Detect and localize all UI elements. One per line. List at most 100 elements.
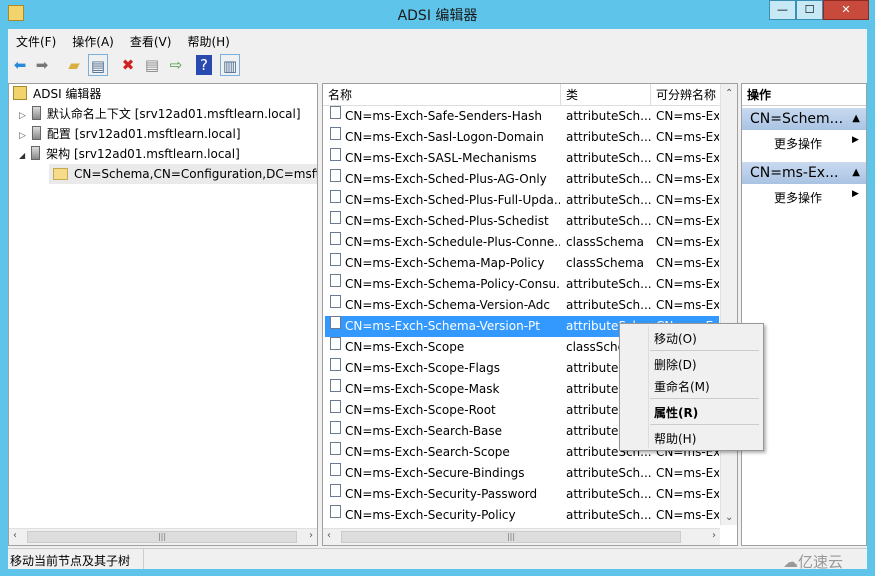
actions-pane: 操作 CN=Schem... ▲ 更多操作 ▶ CN=ms-Ex... ▲ 更多操作 ▶ <box>741 83 867 546</box>
menu-action[interactable]: 操作(A) <box>64 30 122 53</box>
scroll-right-icon[interactable]: › <box>712 530 716 541</box>
cell-class: attributeSch... <box>566 151 652 165</box>
list-vertical-scrollbar[interactable]: ⌃ ⌄ <box>720 84 737 525</box>
more-actions-2[interactable]: 更多操作 ▶ <box>774 189 859 206</box>
menu-help[interactable]: 帮助(H) <box>179 30 237 53</box>
cell-class: attributeSch... <box>566 130 652 144</box>
folder-icon <box>53 168 68 180</box>
table-row[interactable]: CN=ms-Exch-Security-Policy attributeSch..… <box>325 505 719 526</box>
status-bar: 移动当前节点及其子树 ☁亿速云 <box>8 548 867 571</box>
context-menu: 移动(O) 删除(D) 重命名(M) 属性(R) 帮助(H) <box>619 323 764 451</box>
table-row[interactable]: CN=ms-Exch-SASL-Mechanisms attributeSch..… <box>325 148 719 169</box>
adsi-icon <box>13 86 27 100</box>
table-row[interactable]: CN=ms-Exch-Safe-Senders-Hash attributeSch… <box>325 106 719 127</box>
scroll-left-icon[interactable]: ‹ <box>327 530 331 541</box>
scroll-down-icon[interactable]: ⌄ <box>725 512 733 523</box>
tree-item-schema-container[interactable]: CN=Schema,CN=Configuration,DC=msftlearn,… <box>49 164 317 184</box>
cell-class: attributeSch... <box>566 487 652 501</box>
table-row[interactable]: CN=ms-Exch-Schedule-Plus-Conne... classSc… <box>325 232 719 253</box>
column-header-class[interactable]: 类 <box>561 84 651 106</box>
section-title: CN=ms-Ex... <box>750 165 839 181</box>
column-header-name[interactable]: 名称 <box>323 84 561 106</box>
expand-icon[interactable]: ▷ <box>19 111 26 121</box>
back-icon[interactable]: ⬅ <box>10 54 30 76</box>
action-section-schema[interactable]: CN=Schem... ▲ <box>742 108 866 130</box>
collapse-up-icon[interactable]: ▲ <box>852 108 860 130</box>
column-header-dn[interactable]: 可分辨名称 <box>651 84 721 106</box>
menu-item-help[interactable]: 帮助(H) <box>654 430 696 447</box>
menu-file[interactable]: 文件(F) <box>8 30 64 53</box>
cell-name: CN=ms-Exch-Scope <box>345 340 465 354</box>
cell-dn: CN=ms-Ex <box>656 256 719 270</box>
cell-class: attributeSch... <box>566 109 652 123</box>
schema-object-icon <box>330 337 341 350</box>
table-row[interactable]: CN=ms-Exch-Schema-Version-Adc attributeSc… <box>325 295 719 316</box>
show-hide-tree-icon[interactable]: ▤ <box>88 54 108 76</box>
menu-item-move[interactable]: 移动(O) <box>654 330 697 347</box>
cell-dn: CN=ms-Ex <box>656 109 719 123</box>
schema-object-icon <box>330 484 341 497</box>
menu-view[interactable]: 查看(V) <box>122 30 180 53</box>
cell-dn: CN=ms-Ex <box>656 193 719 207</box>
schema-object-icon <box>330 379 341 392</box>
up-folder-icon[interactable]: ▰ <box>64 54 84 76</box>
minimize-button[interactable]: — <box>769 0 796 20</box>
table-row[interactable]: CN=ms-Exch-Sched-Plus-Schedist attributeS… <box>325 211 719 232</box>
collapse-up-icon[interactable]: ▲ <box>852 162 860 184</box>
cell-dn: CN=ms-Ex <box>656 466 719 480</box>
table-row[interactable]: CN=ms-Exch-Security-Password attributeSch… <box>325 484 719 505</box>
export-list-icon[interactable]: ⇨ <box>166 54 186 76</box>
show-hide-action-pane-icon[interactable]: ▥ <box>220 54 240 76</box>
cell-name: CN=ms-Exch-Schema-Version-Adc <box>345 298 550 312</box>
menu-separator <box>650 424 759 425</box>
scroll-right-icon[interactable]: › <box>309 530 313 541</box>
tree-item-default-naming-context[interactable]: ▷ 默认命名上下文 [srv12ad01.msftlearn.local] <box>19 104 301 124</box>
table-row[interactable]: CN=ms-Exch-Schema-Map-Policy classSchema C… <box>325 253 719 274</box>
help-icon[interactable]: ? <box>196 55 212 75</box>
properties-icon[interactable]: ▤ <box>142 54 162 76</box>
collapse-icon[interactable]: ◢ <box>19 151 25 160</box>
schema-object-icon <box>330 190 341 203</box>
maximize-button[interactable]: ☐ <box>796 0 823 20</box>
status-text: 移动当前节点及其子树 <box>10 554 131 568</box>
table-row[interactable]: CN=ms-Exch-Schema-Policy-Consu... attribu… <box>325 274 719 295</box>
scroll-thumb[interactable]: ||| <box>27 531 297 543</box>
menu-item-rename[interactable]: 重命名(M) <box>654 378 710 395</box>
cell-class: attributeSch... <box>566 214 652 228</box>
forward-icon[interactable]: ➡ <box>32 54 52 76</box>
menu-item-delete[interactable]: 删除(D) <box>654 356 697 373</box>
tree-horizontal-scrollbar[interactable]: ‹ ||| › <box>9 528 317 545</box>
menu-item-properties[interactable]: 属性(R) <box>654 404 698 421</box>
cell-class: classSchema <box>566 256 645 270</box>
menu-gutter <box>648 326 649 448</box>
schema-object-icon <box>330 295 341 308</box>
expand-icon[interactable]: ▷ <box>19 131 26 141</box>
tree-root[interactable]: ADSI 编辑器 <box>13 84 101 104</box>
more-actions-1[interactable]: 更多操作 ▶ <box>774 135 859 152</box>
tree-item-label: 配置 [srv12ad01.msftlearn.local] <box>46 127 241 141</box>
table-row[interactable]: CN=ms-Exch-Sasl-Logon-Domain attributeSch… <box>325 127 719 148</box>
cell-name: CN=ms-Exch-Schema-Policy-Consu... <box>345 277 560 291</box>
window-title: ADSI 编辑器 <box>397 8 478 24</box>
tree-item-label: 架构 [srv12ad01.msftlearn.local] <box>46 147 240 161</box>
cell-name: CN=ms-Exch-Sched-Plus-AG-Only <box>345 172 547 186</box>
schema-object-icon <box>330 169 341 182</box>
list-horizontal-scrollbar[interactable]: ‹ ||| › <box>323 528 720 545</box>
action-section-selected[interactable]: CN=ms-Ex... ▲ <box>742 162 866 184</box>
scroll-up-icon[interactable]: ⌃ <box>725 88 733 99</box>
schema-object-icon <box>330 274 341 287</box>
cell-class: attributeSch... <box>566 508 652 522</box>
table-row[interactable]: CN=ms-Exch-Secure-Bindings attributeSch..… <box>325 463 719 484</box>
table-row[interactable]: CN=ms-Exch-Sched-Plus-Full-Upda... attrib… <box>325 190 719 211</box>
table-row[interactable]: CN=ms-Exch-Sched-Plus-AG-Only attributeSc… <box>325 169 719 190</box>
cell-name: CN=ms-Exch-Scope-Flags <box>345 361 501 375</box>
scroll-thumb[interactable]: ||| <box>341 531 681 543</box>
cell-dn: CN=ms-Ex <box>656 298 719 312</box>
delete-icon[interactable]: ✖ <box>118 54 138 76</box>
cell-name: CN=ms-Exch-Search-Base <box>345 424 503 438</box>
tree-item-configuration[interactable]: ▷ 配置 [srv12ad01.msftlearn.local] <box>19 124 241 144</box>
tree-item-schema[interactable]: ◢ 架构 [srv12ad01.msftlearn.local] <box>19 144 240 164</box>
close-button[interactable]: ✕ <box>823 0 869 20</box>
scroll-left-icon[interactable]: ‹ <box>13 530 17 541</box>
title-bar: ADSI 编辑器 <box>0 0 875 28</box>
